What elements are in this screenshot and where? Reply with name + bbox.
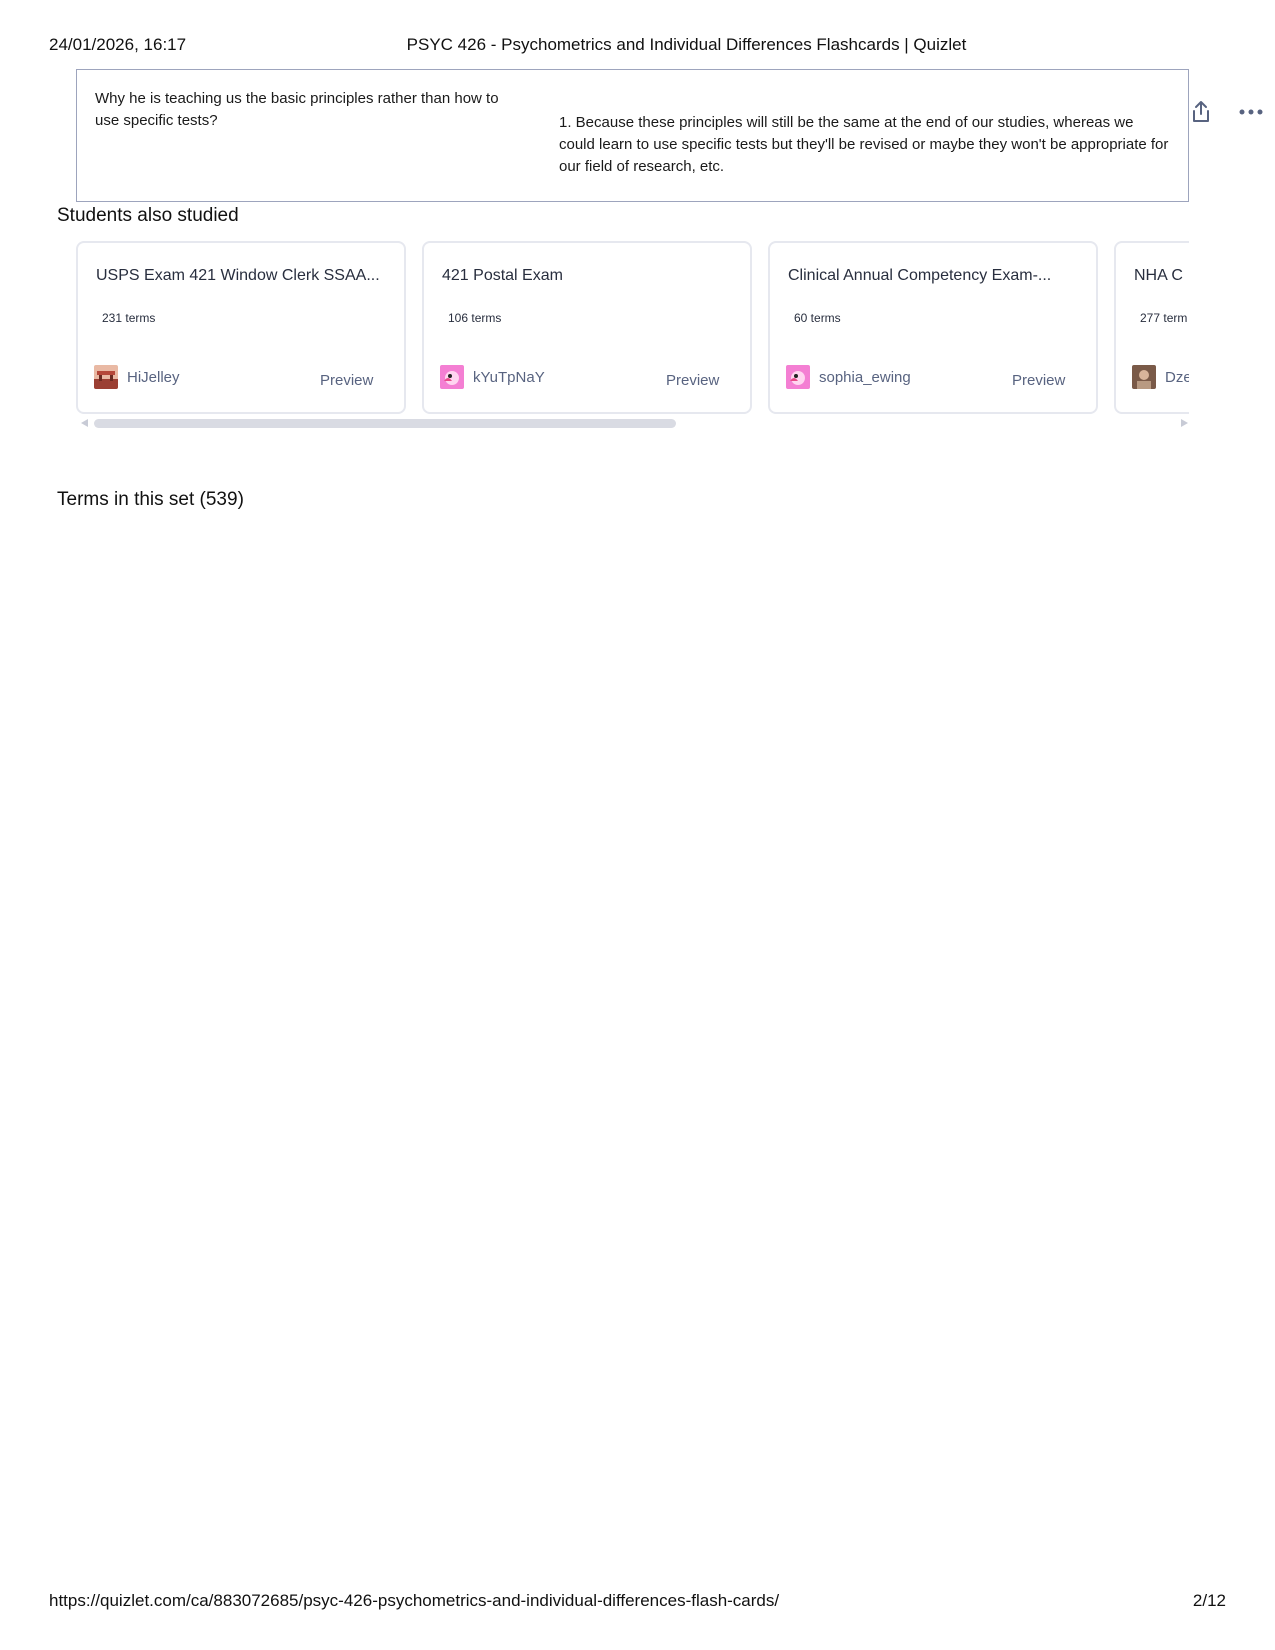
share-icon bbox=[1193, 101, 1209, 122]
set-title: NHA C bbox=[1134, 267, 1183, 284]
author-name[interactable]: sophia_ewing bbox=[819, 369, 911, 386]
terms-in-set-heading: Terms in this set (539) bbox=[57, 489, 244, 510]
students-also-studied-heading: Students also studied bbox=[57, 205, 239, 226]
set-title: Clinical Annual Competency Exam-... bbox=[788, 267, 1052, 284]
share-button[interactable] bbox=[1186, 97, 1216, 127]
set-title: USPS Exam 421 Window Clerk SSAA... bbox=[96, 267, 380, 284]
set-title: 421 Postal Exam bbox=[442, 267, 563, 284]
scroll-right-arrow-icon[interactable] bbox=[1181, 419, 1188, 427]
preview-button[interactable]: Preview bbox=[1012, 372, 1065, 389]
preview-button[interactable]: Preview bbox=[320, 372, 373, 389]
print-page-number: 2/12 bbox=[1192, 1591, 1226, 1610]
author-avatar bbox=[440, 365, 464, 389]
more-options-button[interactable] bbox=[1236, 97, 1266, 127]
print-url: https://quizlet.com/ca/883072685/psyc-42… bbox=[49, 1591, 780, 1610]
set-term-count: 106 terms bbox=[448, 311, 502, 325]
scrollbar-thumb[interactable] bbox=[94, 419, 676, 428]
author-avatar bbox=[786, 365, 810, 389]
author-name[interactable]: HiJelley bbox=[127, 369, 180, 386]
preview-button[interactable]: Preview bbox=[666, 372, 719, 389]
author-name[interactable]: Dze bbox=[1165, 369, 1189, 386]
term-card: Why he is teaching us the basic principl… bbox=[76, 69, 1189, 202]
term-text: Why he is teaching us the basic principl… bbox=[95, 90, 499, 129]
scroll-left-arrow-icon[interactable] bbox=[81, 419, 88, 427]
set-term-count: 60 terms bbox=[794, 311, 841, 325]
study-set-carousel: USPS Exam 421 Window Clerk SSAA... 231 t… bbox=[76, 241, 1189, 431]
carousel-scrollbar[interactable] bbox=[76, 417, 1189, 429]
study-set-card[interactable]: USPS Exam 421 Window Clerk SSAA... 231 t… bbox=[76, 241, 406, 414]
study-set-card[interactable]: 421 Postal Exam 106 terms kYuTpNaY Previ… bbox=[422, 241, 752, 414]
definition-text: 1. Because these principles will still b… bbox=[559, 114, 1169, 175]
author-avatar bbox=[94, 365, 118, 389]
author-name[interactable]: kYuTpNaY bbox=[473, 369, 545, 386]
more-horizontal-icon bbox=[1239, 109, 1263, 115]
study-set-card[interactable]: NHA C 277 term Dze bbox=[1114, 241, 1189, 414]
author-avatar bbox=[1132, 365, 1156, 389]
study-set-card[interactable]: Clinical Annual Competency Exam-... 60 t… bbox=[768, 241, 1098, 414]
set-term-count: 231 terms bbox=[102, 311, 156, 325]
print-page-title: PSYC 426 - Psychometrics and Individual … bbox=[406, 35, 967, 54]
set-term-count: 277 term bbox=[1140, 311, 1188, 325]
